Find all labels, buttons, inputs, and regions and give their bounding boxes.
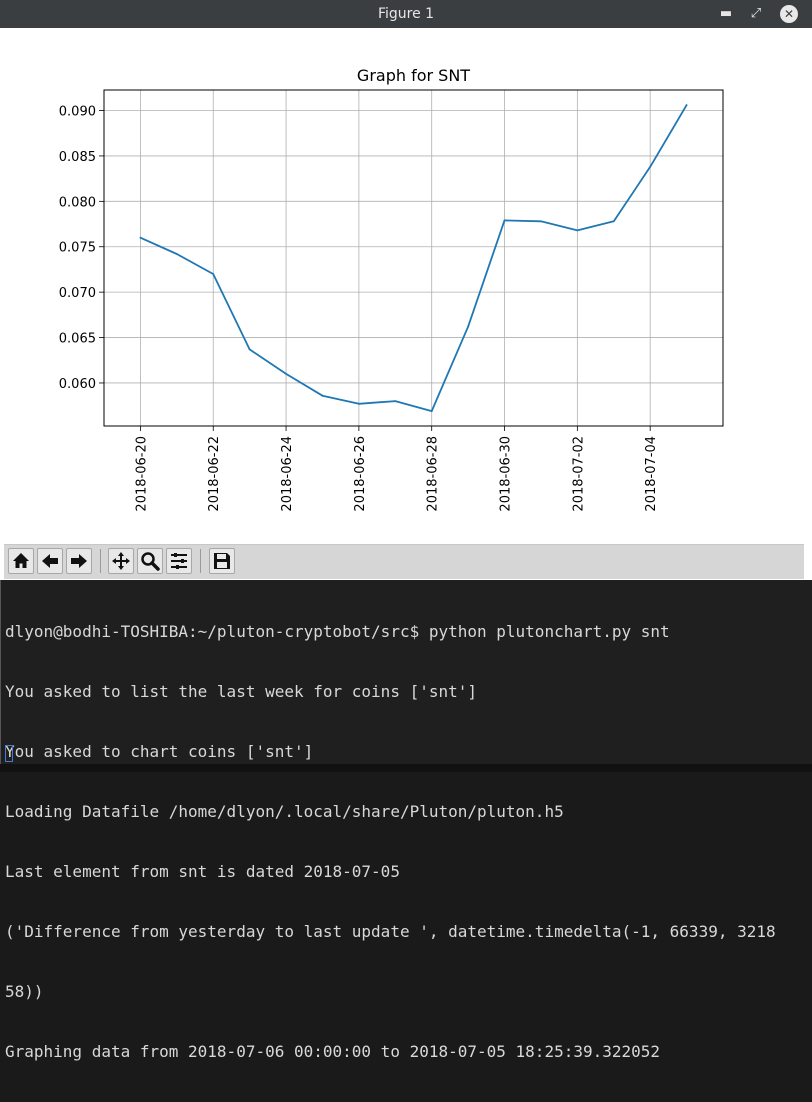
pan-icon xyxy=(112,552,130,570)
x-tick-label: 2018-06-24 xyxy=(280,436,295,512)
zoom-icon xyxy=(141,552,160,571)
subplots-button[interactable] xyxy=(166,548,192,574)
x-tick-label: 2018-06-28 xyxy=(426,436,441,512)
home-icon xyxy=(13,553,29,568)
y-tick-label: 0.060 xyxy=(59,377,96,392)
x-tick-label: 2018-07-04 xyxy=(644,436,659,512)
terminal-line: You asked to list the last week for coin… xyxy=(5,682,478,701)
terminal-cursor xyxy=(5,745,13,762)
data-point xyxy=(430,410,433,413)
save-button[interactable] xyxy=(209,548,235,574)
back-button[interactable] xyxy=(37,548,63,574)
y-tick-label: 0.090 xyxy=(59,105,96,120)
x-tick-label: 2018-07-02 xyxy=(571,436,586,512)
terminal-line: 58)) xyxy=(5,982,44,1001)
data-point xyxy=(503,219,506,222)
data-point xyxy=(576,229,579,232)
terminal-line: ('Difference from yesterday to last upda… xyxy=(5,922,776,941)
y-tick-label: 0.065 xyxy=(59,332,96,347)
data-point xyxy=(394,400,397,403)
data-point xyxy=(248,348,251,351)
home-button[interactable] xyxy=(8,548,34,574)
terminal-output: dlyon@bodhi-TOSHIBA:~/pluton-cryptobot/s… xyxy=(5,582,805,1102)
figure-window: Figure 1 ▬ ⤢ ✕ Graph for SNT 2018-06-20 20… xyxy=(0,0,812,580)
close-button[interactable]: ✕ xyxy=(780,5,798,23)
minimize-button[interactable]: ▬ xyxy=(718,6,734,22)
title-bar[interactable]: Figure 1 ▬ ⤢ ✕ xyxy=(0,0,812,28)
y-tick-label: 0.085 xyxy=(59,150,96,165)
forward-button[interactable] xyxy=(66,548,92,574)
chart-title: Graph for SNT xyxy=(357,66,470,85)
terminal-line: dlyon@bodhi-TOSHIBA:~/pluton-cryptobot/s… xyxy=(5,622,670,641)
y-tick-label: 0.070 xyxy=(59,286,96,301)
data-point xyxy=(212,273,215,275)
axes-frame xyxy=(103,89,724,427)
y-tick-label: 0.080 xyxy=(59,195,96,210)
back-arrow-icon xyxy=(42,554,58,568)
pan-button[interactable] xyxy=(108,548,134,574)
line-chart: Graph for SNT 2018-06-20 2018-06-22 2018-06… xyxy=(59,66,724,512)
subplots-icon xyxy=(171,553,187,569)
data-point xyxy=(139,236,142,239)
data-point xyxy=(685,104,688,106)
save-icon xyxy=(214,553,230,569)
window-title: Figure 1 xyxy=(377,6,435,22)
data-point xyxy=(540,220,542,223)
toolbar-separator xyxy=(200,549,201,573)
data-point xyxy=(321,394,324,397)
terminal-line: Loading Datafile /home/dlyon/.local/shar… xyxy=(5,802,564,821)
data-point xyxy=(357,402,360,405)
forward-arrow-icon xyxy=(71,554,87,568)
data-point xyxy=(175,253,178,255)
y-tick-label: 0.075 xyxy=(59,241,96,256)
toolbar-separator xyxy=(100,549,101,573)
desktop-bottom-strip xyxy=(0,764,812,772)
maximize-button[interactable]: ⤢ xyxy=(748,6,764,22)
x-tick-label: 2018-06-26 xyxy=(353,436,368,512)
data-point xyxy=(285,372,287,375)
figure-canvas[interactable]: Graph for SNT 2018-06-20 2018-06-22 2018-06… xyxy=(4,28,804,544)
zoom-button[interactable] xyxy=(137,548,163,574)
x-tick-label: 2018-06-20 xyxy=(134,436,149,512)
navigation-toolbar xyxy=(4,544,804,579)
x-tick-label: 2018-06-30 xyxy=(499,436,514,512)
terminal-window[interactable]: dlyon@bodhi-TOSHIBA:~/pluton-cryptobot/s… xyxy=(0,580,812,1061)
terminal-line: You asked to chart coins ['snt'] xyxy=(5,742,314,761)
data-point xyxy=(649,165,652,168)
series-line xyxy=(140,104,688,413)
data-point xyxy=(467,325,470,328)
x-tick-label: 2018-06-22 xyxy=(207,436,222,512)
terminal-line: Graphing data from 2018-07-06 00:00:00 t… xyxy=(5,1042,661,1061)
data-point xyxy=(612,220,615,223)
terminal-line: Last element from snt is dated 2018-07-0… xyxy=(5,862,400,881)
